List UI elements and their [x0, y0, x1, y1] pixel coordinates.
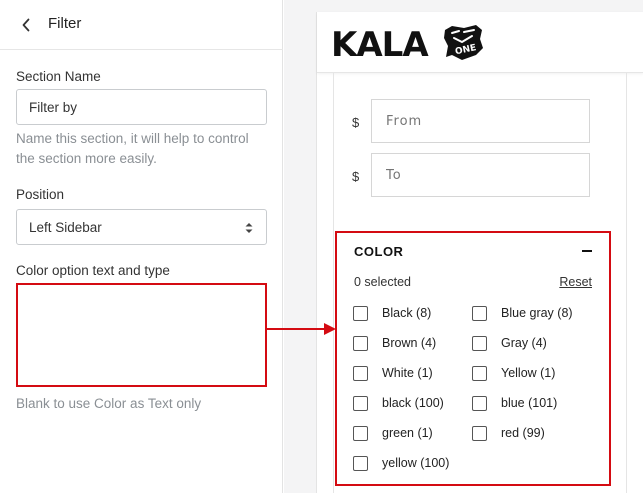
select-arrows-icon: [245, 223, 253, 233]
section-name-input[interactable]: [16, 89, 267, 125]
position-label: Position: [16, 187, 65, 202]
position-select[interactable]: Left Sidebar: [16, 209, 267, 245]
checkbox[interactable]: [353, 335, 368, 351]
color-option-textarea[interactable]: [16, 283, 267, 387]
preview-header: KALA ONE: [317, 12, 643, 73]
panel-header: Filter: [0, 0, 283, 50]
checkbox[interactable]: [472, 365, 487, 381]
option-label: yellow (100): [382, 456, 450, 470]
currency-symbol-to: $: [352, 169, 360, 184]
option-label: Brown (4): [382, 336, 437, 350]
minus-icon: [582, 250, 592, 252]
chevron-left-icon: [22, 18, 30, 32]
checkbox[interactable]: [472, 395, 487, 411]
selected-count: 0 selected: [354, 275, 411, 289]
price-from-input[interactable]: [371, 99, 590, 143]
price-to-input[interactable]: [371, 153, 590, 197]
color-option-gray[interactable]: Gray (4): [472, 334, 547, 352]
option-label: Blue gray (8): [501, 306, 573, 320]
section-name-help: Name this section, it will help to contr…: [16, 131, 249, 166]
reset-link[interactable]: Reset: [559, 275, 592, 289]
color-option-green[interactable]: green (1): [353, 424, 433, 442]
logo-text: KALA: [331, 25, 429, 65]
option-label: White (1): [382, 366, 433, 380]
back-button[interactable]: [16, 15, 36, 35]
color-filter-title: COLOR: [354, 244, 404, 259]
color-option-label: Color option text and type: [16, 263, 170, 278]
option-label: red (99): [501, 426, 545, 440]
color-option-black[interactable]: Black (8): [353, 304, 431, 322]
color-option-blue-gray[interactable]: Blue gray (8): [472, 304, 573, 322]
logo-badge-icon: ONE: [444, 25, 483, 60]
option-label: blue (101): [501, 396, 558, 410]
option-label: Black (8): [382, 306, 432, 320]
checkbox[interactable]: [353, 425, 368, 441]
checkbox[interactable]: [353, 455, 368, 471]
checkbox[interactable]: [472, 305, 487, 321]
color-option-yellow[interactable]: Yellow (1): [472, 364, 555, 382]
color-option-brown[interactable]: Brown (4): [353, 334, 436, 352]
option-label: black (100): [382, 396, 444, 410]
checkbox[interactable]: [472, 335, 487, 351]
option-label: Yellow (1): [501, 366, 556, 380]
color-option-red[interactable]: red (99): [472, 424, 545, 442]
panel-title: Filter: [48, 15, 82, 32]
option-label: Gray (4): [501, 336, 547, 350]
arrow-right-icon: [266, 323, 336, 335]
checkbox[interactable]: [353, 395, 368, 411]
color-option-blue[interactable]: blue (101): [472, 394, 557, 412]
color-filter: COLOR 0 selected Reset Black (8) Blue gr…: [335, 231, 611, 486]
store-logo[interactable]: KALA ONE: [331, 23, 491, 67]
settings-panel: Filter Section Name Name this section, i…: [0, 0, 283, 493]
position-select-value: Left Sidebar: [29, 220, 102, 235]
color-option-help: Blank to use Color as Text only: [16, 396, 202, 411]
color-option-white[interactable]: White (1): [353, 364, 433, 382]
color-option-black-lower[interactable]: black (100): [353, 394, 444, 412]
checkbox[interactable]: [353, 305, 368, 321]
section-name-label: Section Name: [16, 69, 101, 84]
currency-symbol-from: $: [352, 115, 360, 130]
option-label: green (1): [382, 426, 433, 440]
color-option-yellow-lower[interactable]: yellow (100): [353, 454, 449, 472]
checkbox[interactable]: [353, 365, 368, 381]
checkbox[interactable]: [472, 425, 487, 441]
